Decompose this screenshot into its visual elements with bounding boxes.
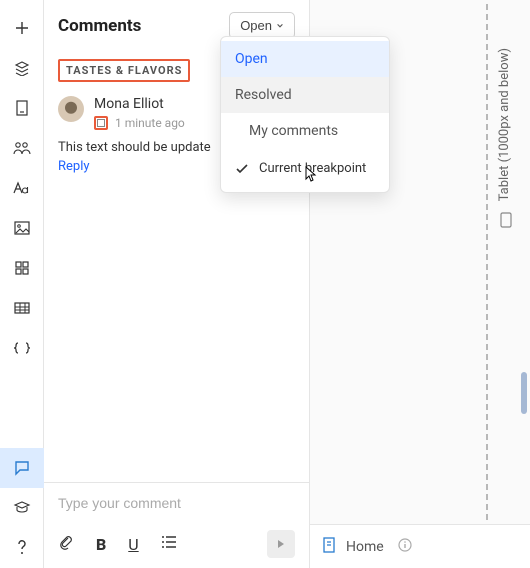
- thread-section-label: TASTES & FLAVORS: [58, 59, 190, 82]
- list-icon[interactable]: [161, 535, 177, 553]
- image-icon[interactable]: [0, 208, 44, 248]
- dropdown-item-resolved[interactable]: Resolved: [221, 77, 389, 113]
- page-type-icon: [322, 537, 336, 557]
- dropdown-item-my-comments[interactable]: My comments: [221, 113, 389, 149]
- comment-timestamp: 1 minute ago: [115, 116, 185, 130]
- info-icon[interactable]: [398, 538, 412, 556]
- avatar: [58, 96, 84, 122]
- dropdown-item-open[interactable]: Open: [221, 41, 389, 77]
- help-icon[interactable]: [0, 528, 44, 568]
- comment-input[interactable]: [58, 495, 295, 511]
- page-name[interactable]: Home: [346, 539, 384, 555]
- table-icon[interactable]: [0, 288, 44, 328]
- underline-icon[interactable]: U: [128, 535, 138, 554]
- bottom-bar: Home: [310, 524, 530, 568]
- bold-icon[interactable]: B: [96, 535, 106, 554]
- comments-icon[interactable]: [0, 448, 44, 488]
- tablet-icon: [500, 212, 512, 232]
- cursor-icon: [300, 166, 318, 192]
- panel-title: Comments: [58, 16, 229, 36]
- composer: B U: [44, 482, 309, 568]
- left-rail: [0, 0, 44, 568]
- reply-link[interactable]: Reply: [58, 159, 90, 174]
- breakpoint-guide: [486, 4, 488, 520]
- typography-icon[interactable]: [0, 168, 44, 208]
- layers-icon[interactable]: [0, 48, 44, 88]
- users-icon[interactable]: [0, 128, 44, 168]
- page-icon[interactable]: [0, 88, 44, 128]
- scrollbar-thumb[interactable]: [521, 372, 527, 414]
- filter-button[interactable]: Open: [229, 12, 295, 39]
- check-icon: [235, 164, 249, 174]
- learn-icon[interactable]: [0, 488, 44, 528]
- chevron-down-icon: [276, 22, 284, 30]
- breakpoint-label: Tablet (1000px and below): [497, 48, 512, 201]
- send-button[interactable]: [267, 530, 295, 558]
- code-icon[interactable]: [0, 328, 44, 368]
- attach-icon[interactable]: [58, 534, 74, 554]
- grid-icon[interactable]: [0, 248, 44, 288]
- breakpoint-indicator-icon: [94, 116, 108, 130]
- add-icon[interactable]: [0, 8, 44, 48]
- filter-button-label: Open: [240, 18, 272, 33]
